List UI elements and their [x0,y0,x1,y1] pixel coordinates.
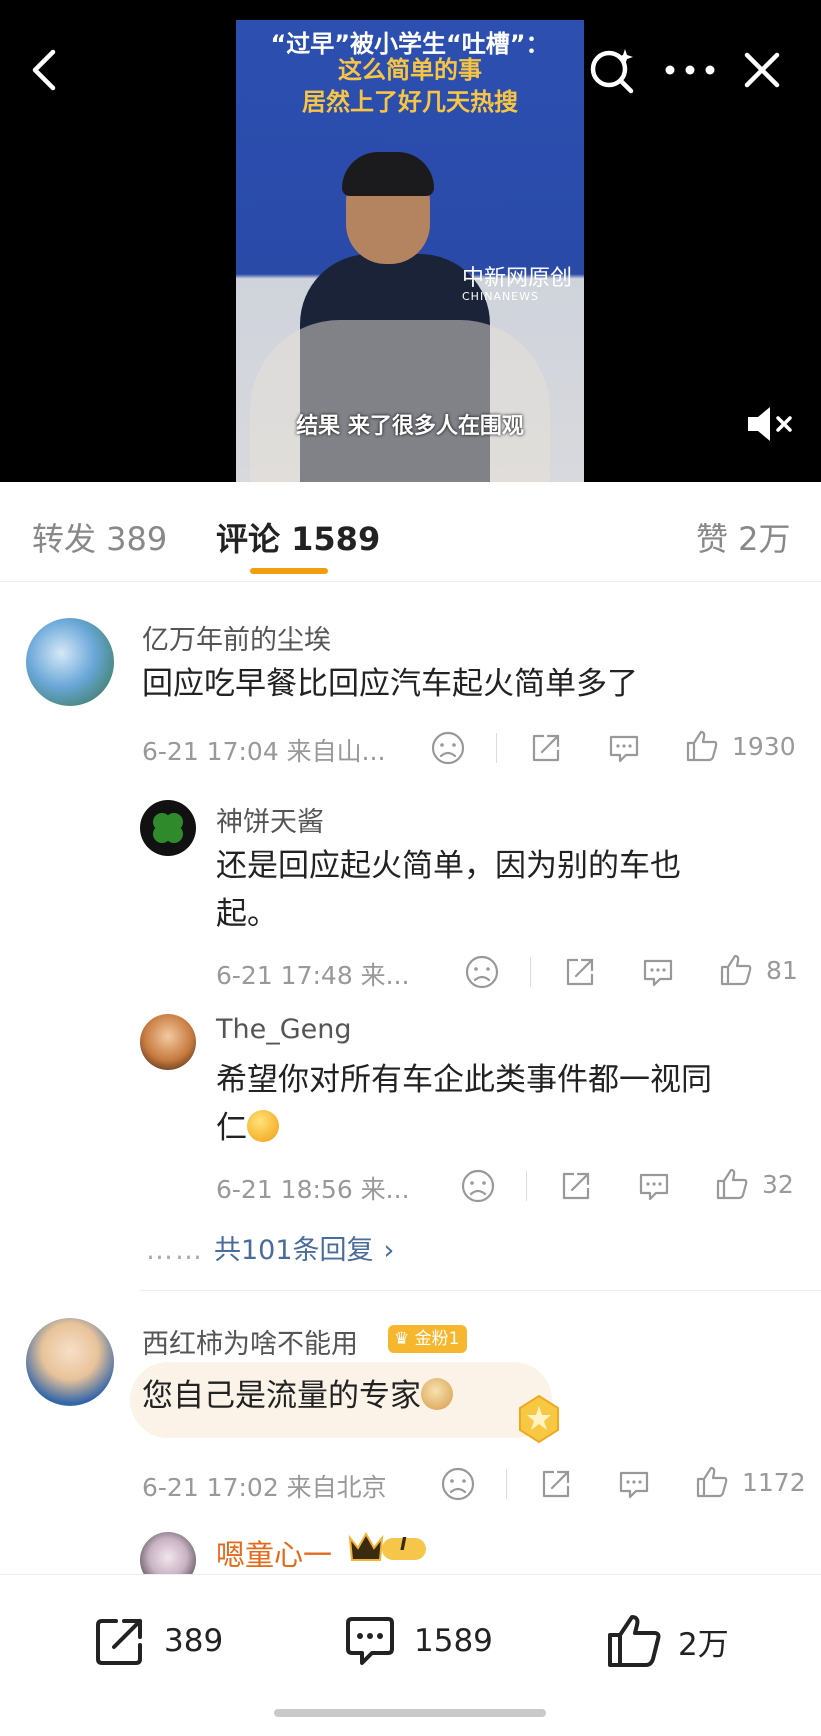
reply-meta: 6-21 18:56 来... [216,1175,410,1204]
doge-emoji-icon [421,1378,453,1410]
reply-bubble-icon[interactable] [606,730,642,766]
tab-comments[interactable]: 评论 1589 [216,514,380,560]
repost-count: 389 [164,1623,224,1659]
comment-meta: 6-21 17:04 来自山... [142,737,386,766]
like-count-total: 2万 [678,1626,729,1663]
reply-bubble-icon[interactable] [640,954,676,990]
video-watermark: 中新网原创 [462,266,573,291]
reply-username[interactable]: 神饼天酱 [216,800,324,839]
more-dots-icon [665,65,715,75]
active-tab-indicator [250,568,328,574]
fan-badge: ♛ 金粉1 [388,1325,468,1353]
vip-badge: I [346,1530,428,1566]
share-icon[interactable] [538,1466,574,1502]
video-frame[interactable]: “过早”被小学生“吐槽”： 这么简单的事 居然上了好几天热搜 中新网原创 CHI… [236,20,584,482]
video-caption-bottom: 结果 来了很多人在围观 [296,414,524,439]
divider [506,1469,507,1499]
thumbs-up-icon[interactable] [684,728,720,764]
video-caption-mid-1: 这么简单的事 [338,56,482,84]
comment-text: 回应吃早餐比回应汽车起火简单多了 [142,666,638,702]
comment-username[interactable]: 西红柿为啥不能用 [142,1322,358,1361]
dislike-face-icon[interactable] [440,1466,476,1502]
like-count: 1172 [742,1468,806,1497]
comment-text-content: 您自己是流量的专家 [142,1378,421,1414]
vip-level-label: I [400,1534,407,1555]
reply-text-line1: 还是回应起火简单，因为别的车也 [216,848,681,884]
thumbs-up-icon [608,1615,661,1667]
video-watermark-sub: CHINANEWS [462,290,539,303]
divider [530,957,531,987]
share-icon[interactable] [558,1168,594,1204]
dislike-face-icon[interactable] [460,1168,496,1204]
dislike-face-icon[interactable] [464,954,500,990]
divider [496,733,497,763]
thumbs-up-icon[interactable] [694,1464,730,1500]
reply-bubble-icon[interactable] [616,1466,652,1502]
dots-icon: …… [146,1235,204,1266]
thumbs-up-icon[interactable] [718,952,754,988]
video-caption-mid-2: 居然上了好几天热搜 [302,88,518,116]
comment-meta: 6-21 17:02 来自北京 [142,1473,387,1502]
fan-badge-label: 金粉1 [414,1329,460,1349]
video-player[interactable]: “过早”被小学生“吐槽”： 这么简单的事 居然上了好几天热搜 中新网原创 CHI… [0,0,821,482]
comment-divider [140,1290,821,1291]
comment-username[interactable]: 亿万年前的尘埃 [142,618,331,657]
gold-medal-icon [519,1394,559,1444]
emoji-icon [247,1110,279,1142]
search-sparkle-icon [590,49,634,94]
like-count: 32 [762,1170,794,1199]
home-indicator[interactable] [274,1709,546,1717]
video-chair [250,320,550,482]
avatar[interactable] [140,800,196,856]
thumbs-up-icon[interactable] [714,1166,750,1202]
search-button[interactable] [584,42,640,98]
more-button[interactable] [662,42,718,98]
clover-icon [153,813,183,843]
close-button[interactable] [734,42,790,98]
tab-bar: 转发 389 评论 1589 赞 2万 [0,482,821,582]
reply-meta: 6-21 17:48 来... [216,961,410,990]
repost-share-icon [96,1619,142,1665]
comment-button[interactable]: 1589 [340,1611,493,1671]
crown-icon [348,1531,426,1561]
chevron-left-icon [32,49,56,91]
comment-text: 您自己是流量的专家 [142,1370,453,1422]
like-count: 1930 [732,732,796,761]
more-replies-label: 共101条回复 [214,1235,374,1266]
comment-username[interactable]: 嗯童心一 [216,1532,332,1574]
repost-button[interactable]: 389 [90,1611,223,1671]
divider [526,1171,527,1201]
gold-fan-icon: ♛ [394,1329,410,1349]
reply-text-line2: 仁 [216,1102,279,1154]
share-icon[interactable] [528,730,564,766]
avatar[interactable] [26,618,114,706]
reply-username[interactable]: The_Geng [216,1014,352,1045]
reply-text-line1: 希望你对所有车企此类事件都一视同 [216,1062,712,1098]
comment-count: 1589 [414,1623,493,1659]
like-count: 81 [766,956,798,985]
like-button[interactable]: 2万 [604,1611,729,1671]
comment-bubble-icon [346,1617,394,1665]
chevron-right-icon: › [383,1235,395,1266]
close-icon [744,52,780,88]
tab-likes[interactable]: 赞 2万 [696,514,791,560]
reply-bubble-icon[interactable] [636,1168,672,1204]
reply-text-line2: 起。 [216,896,278,932]
share-icon[interactable] [562,954,598,990]
avatar[interactable] [140,1014,196,1070]
reply-text-line2-content: 仁 [216,1110,247,1146]
tab-repost[interactable]: 转发 389 [32,514,167,560]
more-replies-link[interactable]: …… 共101条回复 › [146,1228,394,1267]
muted-speaker-icon[interactable] [744,402,800,446]
dislike-face-icon[interactable] [430,730,466,766]
bottom-action-bar: 389 1589 2万 [0,1574,821,1736]
avatar[interactable] [26,1318,114,1406]
back-button[interactable] [16,42,72,98]
